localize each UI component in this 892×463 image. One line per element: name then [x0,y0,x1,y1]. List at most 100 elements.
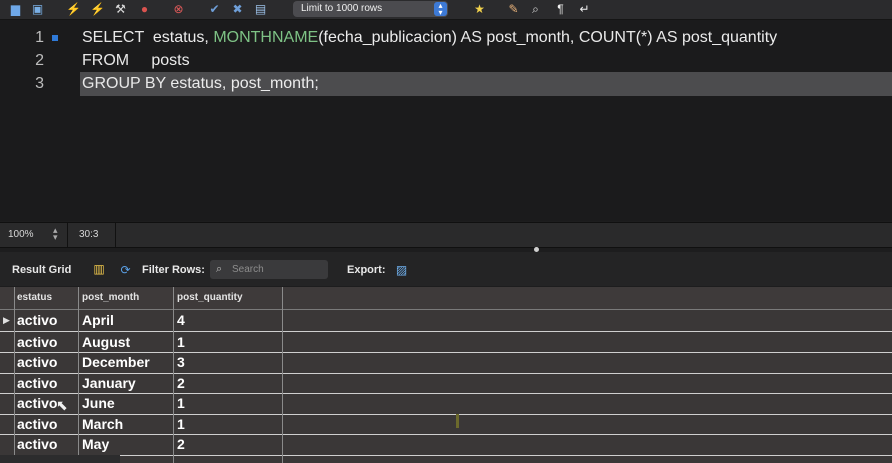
keyword-from: FROM [82,52,130,69]
cell-post-month[interactable]: May [82,436,109,452]
export-label: Export: [347,264,386,276]
autocommit-icon[interactable]: ▤ [253,2,268,17]
select-arrows-icon: ▴ ▾ [434,2,447,17]
table-row[interactable]: activo August 1 [0,332,892,353]
cell-estatus[interactable]: activo [17,395,57,411]
editor-toolbar: ▆ ▣ ⚡ ⚡ ⚒ ● ⊗ ✔ ✖ ▤ Limit to 1000 rows ▴… [0,0,892,20]
keyword-as: AS [656,29,678,46]
cell-estatus[interactable]: activo [17,312,57,328]
cell-post-quantity[interactable]: 2 [177,375,185,391]
breakpoint-marker-icon [52,35,58,41]
line-code: FROM posts [82,49,190,73]
column-divider[interactable] [173,287,174,463]
bottom-tab-strip [0,455,120,463]
execute-icon[interactable]: ⚡ [66,2,81,17]
table-row[interactable]: activo December 3 [0,352,892,374]
toggle-continue-icon[interactable]: ⊗ [171,2,186,17]
divider [67,223,68,247]
stop-icon[interactable]: ● [137,2,152,17]
cell-estatus[interactable]: activo [17,416,57,432]
code-text: estatus, post_month; [165,75,319,92]
editor-line-3: 3 GROUP BY estatus, post_month; [0,72,892,96]
grid-view-icon[interactable]: ▥ [92,262,106,276]
rollback-icon[interactable]: ✖ [230,2,245,17]
explain-icon[interactable]: ⚒ [113,2,128,17]
code-text: post_month, [481,29,579,46]
keyword-group-by: GROUP BY [82,75,166,92]
favorite-icon[interactable]: ★ [472,2,487,17]
editor-status-bar: 100% ▴ ▾ 30:3 [0,222,892,252]
grid-header: estatus post_month post_quantity [0,287,892,310]
table-row[interactable]: ▶ activo April 4 [0,310,892,332]
sql-editor[interactable]: 1 SELECT estatus, MONTHNAME(fecha_public… [0,20,892,221]
code-text: estatus, [143,29,214,46]
line-number: 2 [35,52,44,69]
zoom-level[interactable]: 100% [8,229,34,240]
cell-post-quantity[interactable]: 4 [177,312,185,328]
cell-post-month[interactable]: June [82,395,115,411]
cell-post-month[interactable]: January [82,375,136,391]
cell-post-month[interactable]: December [82,354,150,370]
filter-rows-label: Filter Rows: [142,264,205,276]
beautify-icon[interactable]: ✎ [506,2,521,17]
find-icon[interactable]: ⌕ [528,2,543,17]
filter-search-input[interactable]: ⌕ Search [210,260,328,279]
save-icon[interactable]: ▣ [30,2,45,17]
cell-post-month[interactable]: August [82,334,130,350]
cell-estatus[interactable]: activo [17,436,57,452]
table-row[interactable]: activo March 1 [0,414,892,435]
limit-rows-select[interactable]: Limit to 1000 rows ▴ ▾ [293,1,448,17]
editor-line-2: 2 FROM posts [0,49,892,73]
line-number: 1 [35,29,44,46]
column-divider [14,287,15,463]
execute-current-icon[interactable]: ⚡ [90,2,105,17]
column-divider[interactable] [282,287,283,463]
cell-estatus[interactable]: activo [17,375,57,391]
cell-post-quantity[interactable]: 1 [177,416,185,432]
search-placeholder: Search [232,264,264,275]
divider [115,223,116,247]
code-text: (fecha_publicacion) [318,29,461,46]
cell-post-month[interactable]: March [82,416,123,432]
column-header-post-quantity[interactable]: post_quantity [177,292,243,303]
cell-estatus[interactable]: activo [17,354,57,370]
cell-post-quantity[interactable]: 3 [177,354,185,370]
cell-estatus[interactable]: activo [17,334,57,350]
keyword-select: SELECT [82,29,144,46]
limit-rows-label: Limit to 1000 rows [301,3,383,14]
refresh-icon[interactable]: ⟳ [118,262,133,277]
code-text: posts [129,52,190,69]
text-caret [456,414,459,428]
invisible-chars-icon[interactable]: ¶ [553,2,568,17]
result-grid-label[interactable]: Result Grid [12,264,71,276]
cell-post-quantity[interactable]: 2 [177,436,185,452]
line-number: 3 [35,75,44,92]
cell-post-month[interactable]: April [82,312,114,328]
result-toolbar: Result Grid ▥ ⟳ Filter Rows: ⌕ Search Ex… [0,252,892,286]
cursor-position: 30:3 [79,229,99,240]
column-divider[interactable] [78,287,79,463]
result-grid[interactable]: estatus post_month post_quantity ▶ activ… [0,287,892,463]
table-row[interactable]: activo January 2 [0,373,892,394]
current-row-arrow-icon: ▶ [3,315,10,325]
cell-post-quantity[interactable]: 1 [177,395,185,411]
keyword-as: AS [460,29,482,46]
editor-line-1: 1 SELECT estatus, MONTHNAME(fecha_public… [0,26,892,50]
cell-post-quantity[interactable]: 1 [177,334,185,350]
zoom-stepper-icon[interactable]: ▴ ▾ [53,226,58,242]
code-text: (*) [635,29,657,46]
folder-icon[interactable]: ▆ [8,2,23,17]
export-icon[interactable]: ▨ [393,261,410,278]
column-header-estatus[interactable]: estatus [17,292,52,303]
wrap-icon[interactable]: ↵ [577,2,592,17]
table-row[interactable]: activo June 1 [0,393,892,415]
keyword-count: COUNT [578,29,636,46]
search-icon: ⌕ [216,263,223,275]
line-code: GROUP BY estatus, post_month; [82,72,319,96]
function-name: MONTHNAME [213,29,319,46]
mouse-pointer-icon: ⬉ [56,397,68,413]
line-code: SELECT estatus, MONTHNAME(fecha_publicac… [82,26,777,50]
column-header-post-month[interactable]: post_month [82,292,139,303]
table-row[interactable]: activo May 2 [0,434,892,456]
commit-icon[interactable]: ✔ [207,2,222,17]
